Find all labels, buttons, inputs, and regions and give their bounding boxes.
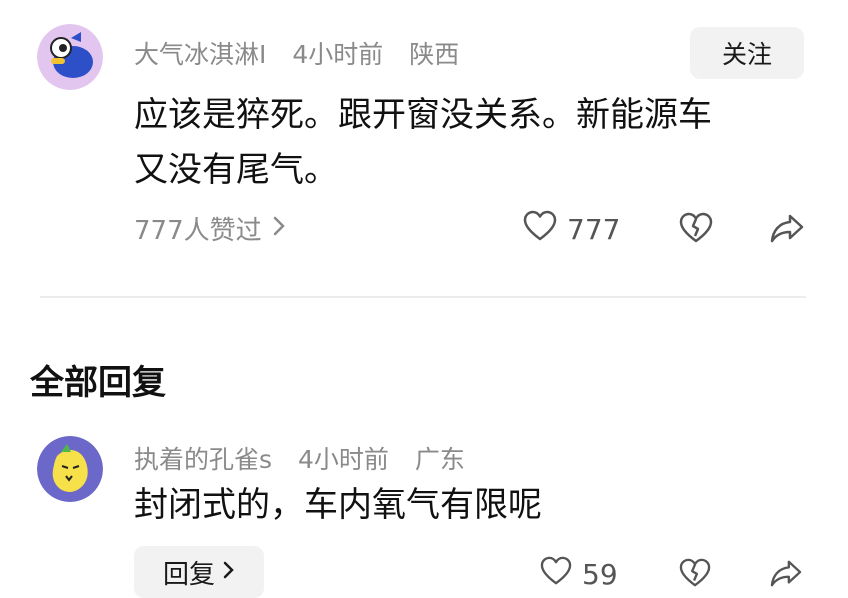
reply-location: 广东 xyxy=(414,445,465,474)
reply-username[interactable]: 执着的孔雀s xyxy=(134,445,272,474)
reply-button-label: 回复 xyxy=(162,559,215,590)
comment-meta: 大气冰淇淋I 4小时前 陕西 xyxy=(134,35,477,71)
dislike-button[interactable] xyxy=(679,212,713,248)
reply-like-button[interactable]: 59 xyxy=(540,556,618,593)
share-icon xyxy=(770,560,802,592)
reply-meta: 执着的孔雀s 4小时前 广东 xyxy=(134,440,483,476)
reply-avatar[interactable] xyxy=(37,436,103,502)
share-button[interactable] xyxy=(770,212,804,248)
location: 陕西 xyxy=(409,40,460,69)
likes-summary-text: 777人赞过 xyxy=(134,216,262,246)
like-count: 777 xyxy=(567,213,621,246)
heart-icon xyxy=(523,210,557,249)
follow-button-label: 关注 xyxy=(721,40,772,69)
broken-heart-icon xyxy=(679,558,711,592)
reply-share-button[interactable] xyxy=(770,558,802,592)
follow-button[interactable]: 关注 xyxy=(690,27,804,79)
divider xyxy=(40,296,806,298)
share-icon xyxy=(770,214,804,248)
chevron-right-icon xyxy=(223,557,235,587)
comment-text-line1: 应该是猝死。跟开窗没关系。新能源车 xyxy=(134,95,712,135)
broken-heart-icon xyxy=(679,212,713,248)
username[interactable]: 大气冰淇淋I xyxy=(134,40,266,69)
like-button[interactable]: 777 xyxy=(523,210,620,249)
reply-button[interactable]: 回复 xyxy=(134,546,264,598)
reply-timestamp: 4小时前 xyxy=(297,445,389,474)
timestamp: 4小时前 xyxy=(292,40,384,69)
comment-text-line2: 又没有尾气。 xyxy=(134,150,338,190)
avatar[interactable] xyxy=(37,24,103,90)
likes-summary-link[interactable]: 777人赞过 xyxy=(134,210,286,247)
comment-text: 应该是猝死。跟开窗没关系。新能源车 又没有尾气。 xyxy=(134,88,712,198)
reply-text: 封闭式的，车内氧气有限呢 xyxy=(134,485,542,525)
chevron-right-icon xyxy=(272,214,286,244)
heart-icon xyxy=(540,556,572,593)
reply-dislike-button[interactable] xyxy=(679,558,711,592)
section-title: 全部回复 xyxy=(30,363,166,403)
reply-like-count: 59 xyxy=(582,558,618,591)
